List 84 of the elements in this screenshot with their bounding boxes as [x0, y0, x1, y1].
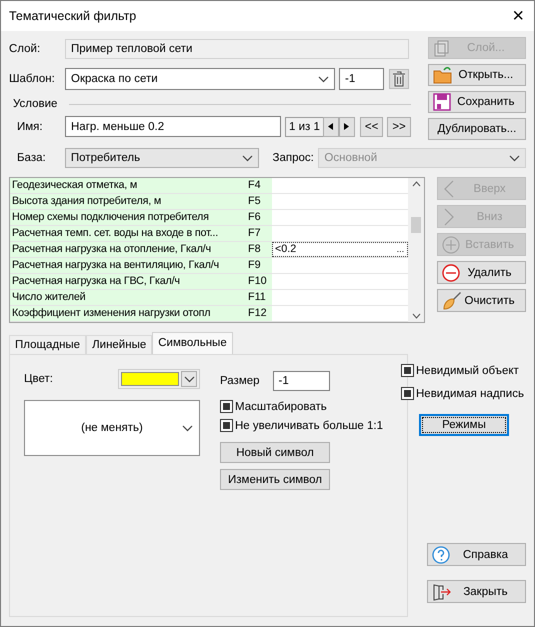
table-cell: F10: [246, 274, 272, 289]
layer-field: Пример тепловой сети: [65, 39, 409, 59]
number-field[interactable]: -1: [339, 68, 384, 90]
door-exit-icon: [432, 582, 452, 600]
table-cell: F12: [246, 306, 272, 321]
pages-icon: [432, 39, 451, 57]
trash-icon[interactable]: [389, 69, 409, 89]
next-button[interactable]: [338, 116, 355, 136]
close-button[interactable]: ×: [512, 6, 524, 26]
table-cell: Высота здания потребителя, м: [10, 194, 246, 209]
symbol-button[interactable]: Изменить символ: [220, 469, 330, 490]
chevron-down-icon: [318, 76, 329, 82]
base-dropdown[interactable]: Потребитель: [64, 148, 258, 168]
chevron-down-icon: [508, 154, 520, 162]
scroll-up-icon[interactable]: [412, 181, 421, 187]
table-cell: Коэффициент изменения нагрузки отопл: [10, 306, 246, 321]
modes-button[interactable]: Режимы: [419, 414, 509, 436]
tab[interactable]: Линейные: [86, 335, 152, 354]
table-cell: F6: [246, 210, 272, 225]
window-title: Тематический фильтр: [9, 9, 136, 23]
table-cell: F7: [246, 226, 272, 241]
table-cell: F9: [246, 258, 272, 273]
symbol-button[interactable]: Новый символ: [220, 442, 330, 463]
triangle-right-icon: [344, 123, 350, 130]
action-button[interactable]: Справка: [427, 543, 526, 566]
checkbox[interactable]: [401, 387, 414, 400]
first-button[interactable]: <<: [360, 116, 384, 136]
color-picker[interactable]: [118, 369, 200, 389]
previous-button[interactable]: [322, 116, 339, 136]
field-label: Размер: [220, 375, 260, 387]
table-cell: Расчетная нагрузка на вентиляцию, Гкал/ч: [10, 258, 246, 273]
ellipsis-button[interactable]: ...: [394, 243, 408, 256]
field-label: Запрос:: [272, 152, 315, 164]
table-cell: Номер схемы подключения потребителя: [10, 210, 246, 225]
chevron-down-icon: [182, 424, 193, 432]
chevron-left-icon: [442, 180, 456, 198]
tab[interactable]: Символьные: [152, 332, 233, 354]
name-field[interactable]: Нагр. меньше 0.2: [65, 116, 281, 137]
minus-circle-icon: [442, 264, 460, 282]
tab[interactable]: Площадные: [9, 335, 86, 354]
checkbox[interactable]: [220, 419, 233, 432]
action-button[interactable]: Удалить: [437, 261, 526, 284]
action-button[interactable]: Закрыть: [427, 580, 526, 603]
last-button[interactable]: >>: [387, 116, 411, 136]
field-label: Имя:: [17, 120, 44, 132]
table-cell: F8: [246, 242, 272, 257]
plus-circle-icon: [442, 236, 460, 254]
chevron-down-icon: [184, 376, 194, 382]
table-cell: F11: [246, 290, 272, 305]
field-label: Шаблон:: [9, 73, 56, 85]
scroll-down-icon[interactable]: [412, 313, 421, 319]
table-cell: Геодезическая отметка, м: [10, 178, 246, 193]
action-button[interactable]: Очистить: [437, 289, 526, 312]
field-label: Слой:: [9, 43, 42, 55]
table-cell: Расчетная темп. сет. воды на входе в пот...: [10, 226, 246, 241]
table-cell: Число жителей: [10, 290, 246, 305]
brush-icon: [442, 290, 462, 310]
checkbox[interactable]: [220, 400, 233, 413]
action-button[interactable]: Сохранить: [428, 91, 526, 113]
checkbox[interactable]: [401, 364, 414, 377]
size-field[interactable]: -1: [272, 371, 330, 391]
template-dropdown[interactable]: Окраска по сети: [65, 68, 335, 90]
counter-text: 1 из 1: [285, 116, 323, 136]
folder-icon: [432, 66, 453, 84]
symbol-dropdown[interactable]: (не менять): [24, 400, 200, 456]
triangle-left-icon: [328, 123, 334, 130]
chevron-right-icon: [442, 208, 456, 226]
value-cell[interactable]: <0.2 ...: [272, 242, 408, 257]
table-cell: F4: [246, 178, 272, 193]
action-button[interactable]: Открыть...: [428, 64, 526, 86]
table-cell: Расчетная нагрузка на ГВС, Гкал/ч: [10, 274, 246, 289]
scrollbar-thumb[interactable]: [411, 217, 422, 233]
help-icon: [432, 546, 450, 564]
field-label: База:: [17, 152, 47, 164]
table-cell: F5: [246, 194, 272, 209]
checkbox-label: Масштабировать: [235, 400, 327, 412]
checkbox-label: Невидимая надпись: [416, 388, 524, 400]
field-label: Цвет:: [24, 373, 53, 385]
table-cell: Расчетная нагрузка на отопление, Гкал/ч: [10, 242, 246, 257]
checkbox-label: Не увеличивать больше 1:1: [235, 420, 384, 432]
action-button[interactable]: Дублировать...: [428, 118, 526, 140]
section-label: Условие: [13, 98, 58, 110]
chevron-down-icon: [242, 154, 252, 162]
checkbox-label: Невидимый объект: [416, 364, 519, 376]
